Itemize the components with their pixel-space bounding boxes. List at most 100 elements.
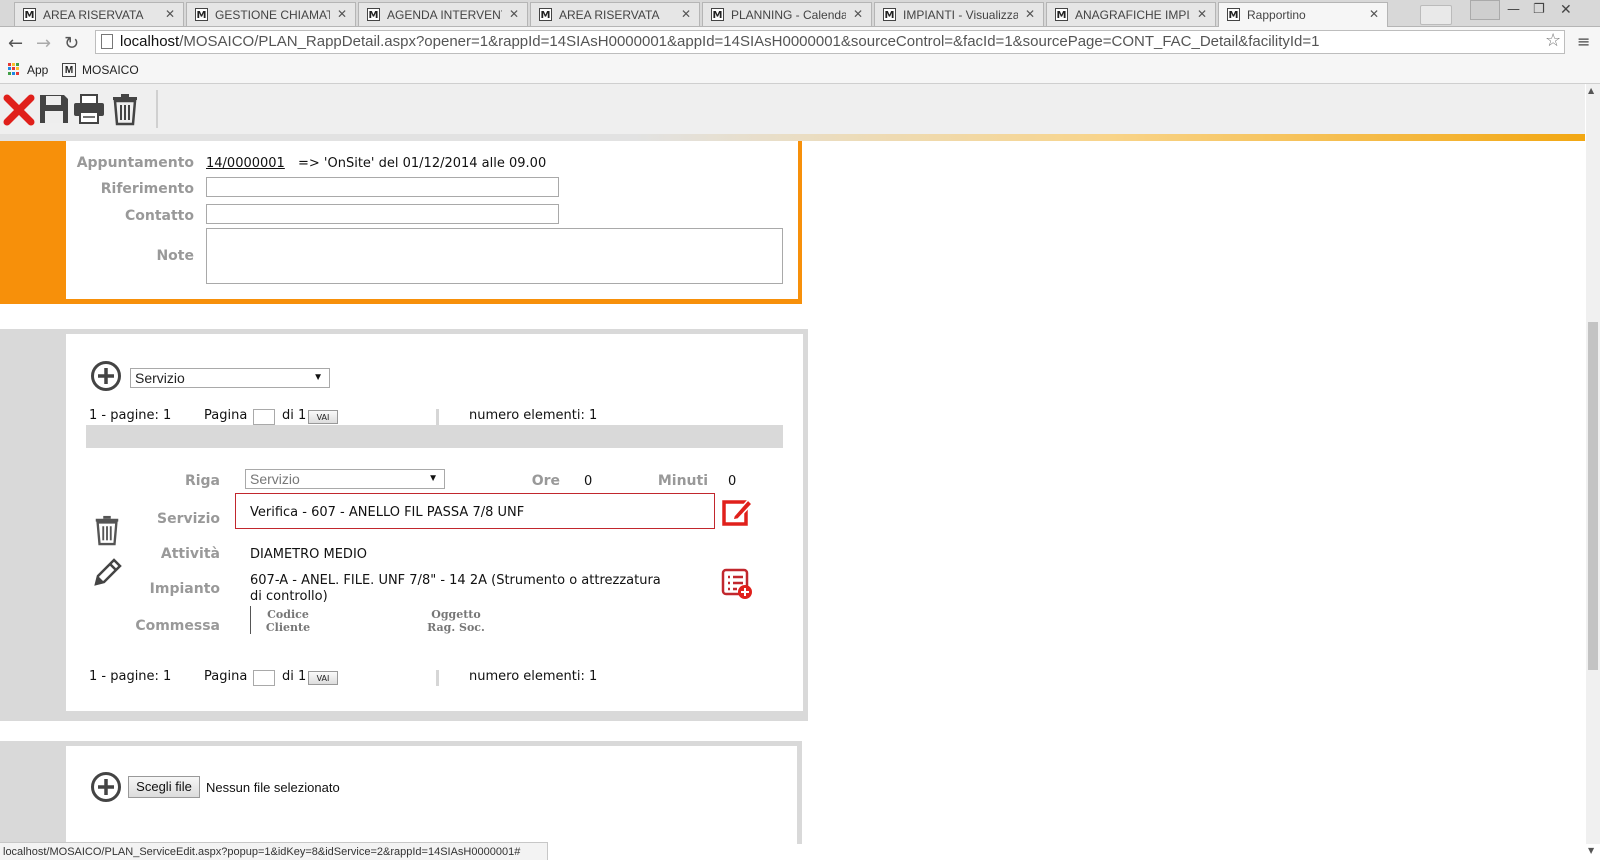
- attivita-value: DIAMETRO MEDIO: [250, 547, 368, 562]
- mosaico-favicon: M: [883, 8, 896, 21]
- browser-tab-active[interactable]: M Rapportino ✕: [1218, 2, 1388, 27]
- riferimento-label: Riferimento: [100, 181, 194, 197]
- minuti-label: Minuti: [657, 473, 708, 489]
- note-label: Note: [156, 248, 194, 264]
- services-panel: Servizio ▼ 1 - pagine: 1 Pagina di 1 VAI …: [0, 329, 808, 721]
- tab-title: GESTIONE CHIAMATE: [215, 8, 330, 22]
- browser-tab[interactable]: M GESTIONE CHIAMATE ✕: [186, 2, 356, 26]
- url-field[interactable]: localhost/MOSAICO/PLAN_RappDetail.aspx?o…: [95, 30, 1565, 54]
- browser-tab[interactable]: M ANAGRAFICHE IMPIAN ✕: [1046, 2, 1216, 26]
- tab-title: PLANNING - Calendari: [731, 8, 846, 22]
- pager-divider: [436, 670, 439, 686]
- oggetto-header: Oggetto: [431, 608, 481, 621]
- browser-tab[interactable]: M PLANNING - Calendari ✕: [702, 2, 872, 26]
- tab-close-icon[interactable]: ✕: [337, 7, 347, 21]
- no-file-text: Nessun file selezionato: [206, 780, 340, 795]
- vai-button[interactable]: VAI: [308, 671, 338, 685]
- page-content: Appuntamento 14/0000001 => 'OnSite' del …: [0, 84, 1585, 844]
- forward-arrow-icon[interactable]: →: [36, 33, 51, 54]
- browser-tab[interactable]: M IMPIANTI - Visualizzazi ✕: [874, 2, 1044, 26]
- profile-icon[interactable]: [1470, 0, 1500, 20]
- print-icon[interactable]: [73, 92, 105, 126]
- back-arrow-icon[interactable]: ←: [8, 33, 23, 54]
- riga-select[interactable]: Servizio ▼: [245, 469, 445, 489]
- scroll-down-icon[interactable]: ▼: [1588, 846, 1594, 855]
- ore-label: Ore: [531, 473, 560, 489]
- tab-title: AGENDA INTERVENTI: [387, 8, 502, 22]
- toolbar-divider: [156, 90, 158, 128]
- choose-file-button[interactable]: Scegli file: [128, 776, 200, 798]
- tab-close-icon[interactable]: ✕: [681, 7, 691, 21]
- pager-summary: 1 - pagine: 1: [89, 408, 172, 423]
- servizio-label: Servizio: [157, 511, 220, 527]
- tab-close-icon[interactable]: ✕: [1369, 7, 1379, 21]
- browser-tab[interactable]: M AGENDA INTERVENTI ✕: [358, 2, 528, 26]
- appuntamento-label: Appuntamento: [76, 155, 194, 171]
- riga-label: Riga: [184, 473, 220, 489]
- tab-close-icon[interactable]: ✕: [1197, 7, 1207, 21]
- codice-header: Codice: [267, 608, 309, 621]
- mosaico-favicon: M: [1227, 8, 1240, 21]
- commessa-divider: [250, 606, 251, 634]
- menu-icon[interactable]: ≡: [1577, 32, 1590, 51]
- page-input[interactable]: [253, 670, 275, 686]
- header-gradient-line: [0, 134, 1585, 141]
- riferimento-input[interactable]: [206, 177, 559, 197]
- toolbar: [0, 84, 1585, 135]
- bookmark-mosaico[interactable]: MOSAICO: [82, 63, 139, 77]
- service-type-select[interactable]: Servizio ▼: [130, 368, 330, 388]
- scrollbar-thumb[interactable]: [1588, 322, 1598, 670]
- pager-count: numero elementi: 1: [469, 669, 598, 684]
- apps-grid-icon[interactable]: [8, 63, 20, 75]
- contatto-input[interactable]: [206, 204, 559, 224]
- impianto-value-line1: 607-A - ANEL. FILE. UNF 7/8" - 14 2A (St…: [250, 573, 661, 588]
- add-attachment-icon[interactable]: [90, 771, 122, 803]
- tab-close-icon[interactable]: ✕: [509, 7, 519, 21]
- browser-tab[interactable]: M AREA RISERVATA ✕: [14, 2, 184, 26]
- page-input[interactable]: [253, 409, 275, 425]
- note-textarea[interactable]: [206, 228, 783, 284]
- save-icon[interactable]: [38, 92, 70, 126]
- address-bar: ← → ↻ localhost/MOSAICO/PLAN_RappDetail.…: [0, 27, 1600, 59]
- commessa-label: Commessa: [135, 618, 220, 634]
- minuti-value: 0: [728, 474, 737, 489]
- tab-close-icon[interactable]: ✕: [1025, 7, 1035, 21]
- riga-select-value: Servizio: [250, 471, 300, 487]
- tab-close-icon[interactable]: ✕: [853, 7, 863, 21]
- add-circle-icon[interactable]: [90, 360, 122, 392]
- edit-service-icon[interactable]: [721, 496, 753, 528]
- delete-row-icon[interactable]: [92, 513, 122, 547]
- status-bar: localhost/MOSAICO/PLAN_ServiceEdit.aspx?…: [0, 842, 548, 860]
- appointment-panel: Appuntamento 14/0000001 => 'OnSite' del …: [0, 141, 802, 304]
- trash-icon[interactable]: [109, 92, 141, 126]
- list-header-bar: [86, 425, 783, 448]
- bookmark-star-icon[interactable]: ☆: [1545, 30, 1561, 51]
- mosaico-favicon: M: [367, 8, 380, 21]
- bookmark-apps[interactable]: App: [27, 63, 48, 77]
- pencil-icon[interactable]: [92, 556, 124, 588]
- restore-icon[interactable]: ❐: [1533, 2, 1545, 17]
- window-close-icon[interactable]: ✕: [1560, 2, 1572, 18]
- add-facility-list-icon[interactable]: [721, 568, 753, 600]
- attivita-label: Attività: [160, 546, 220, 562]
- mosaico-favicon: M: [62, 63, 76, 77]
- tab-close-icon[interactable]: ✕: [165, 7, 175, 21]
- pager-pagina-label: Pagina: [204, 669, 248, 684]
- appuntamento-link[interactable]: 14/0000001: [206, 156, 285, 171]
- mosaico-favicon: M: [23, 8, 36, 21]
- servizio-box[interactable]: Verifica - 607 - ANELLO FIL PASSA 7/8 UN…: [235, 493, 715, 529]
- cliente-header: Cliente: [265, 621, 311, 634]
- scroll-up-icon[interactable]: ▲: [1588, 86, 1594, 95]
- browser-tab[interactable]: M AREA RISERVATA ✕: [530, 2, 700, 26]
- vai-button[interactable]: VAI: [308, 410, 338, 424]
- new-tab-button[interactable]: [1420, 5, 1452, 25]
- mosaico-favicon: M: [539, 8, 552, 21]
- minimize-icon[interactable]: —: [1507, 2, 1520, 17]
- mosaico-favicon: M: [195, 8, 208, 21]
- ragsoc-header: Rag. Soc.: [427, 621, 485, 634]
- services-panel-body: Servizio ▼ 1 - pagine: 1 Pagina di 1 VAI …: [66, 334, 803, 711]
- close-icon[interactable]: [3, 92, 35, 126]
- reload-icon[interactable]: ↻: [64, 33, 79, 54]
- servizio-value[interactable]: Verifica - 607 - ANELLO FIL PASSA 7/8 UN…: [250, 505, 524, 520]
- pager-summary: 1 - pagine: 1: [89, 669, 172, 684]
